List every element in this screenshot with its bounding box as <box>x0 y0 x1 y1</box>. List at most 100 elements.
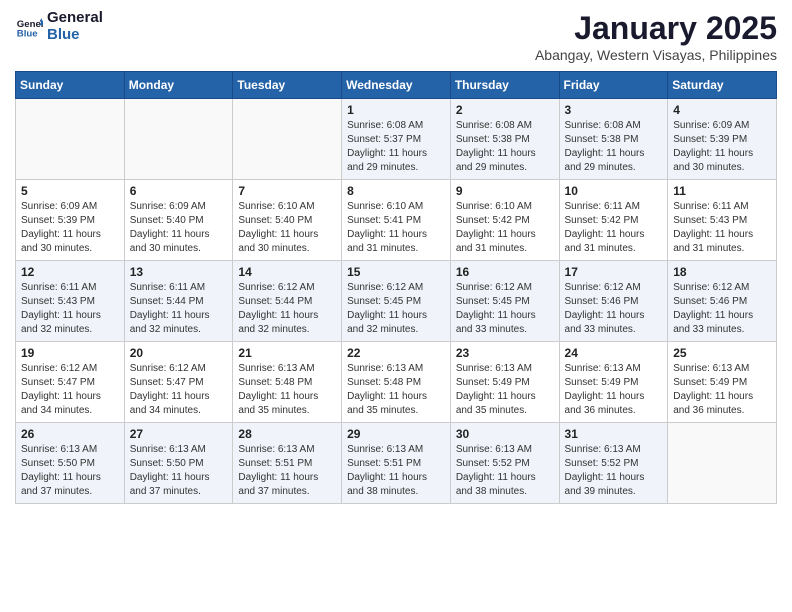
day-cell: 1 Sunrise: 6:08 AM Sunset: 5:37 PM Daylig… <box>342 99 451 180</box>
day-info: Sunrise: 6:12 AM Sunset: 5:46 PM Dayligh… <box>565 281 663 337</box>
day-info: Sunrise: 6:13 AM Sunset: 5:49 PM Dayligh… <box>456 362 554 418</box>
logo: General Blue GeneralBlue <box>15 10 103 43</box>
day-info: Sunrise: 6:13 AM Sunset: 5:48 PM Dayligh… <box>347 362 445 418</box>
day-number: 25 <box>673 346 771 360</box>
day-number: 27 <box>130 427 228 441</box>
day-info: Sunrise: 6:13 AM Sunset: 5:50 PM Dayligh… <box>21 443 119 499</box>
day-info: Sunrise: 6:11 AM Sunset: 5:43 PM Dayligh… <box>673 200 771 256</box>
week-row-2: 5 Sunrise: 6:09 AM Sunset: 5:39 PM Daylig… <box>16 180 777 261</box>
svg-text:Blue: Blue <box>17 28 38 39</box>
day-info: Sunrise: 6:12 AM Sunset: 5:44 PM Dayligh… <box>238 281 336 337</box>
week-row-4: 19 Sunrise: 6:12 AM Sunset: 5:47 PM Dayli… <box>16 342 777 423</box>
day-number: 3 <box>565 103 663 117</box>
day-cell: 13 Sunrise: 6:11 AM Sunset: 5:44 PM Dayli… <box>124 261 233 342</box>
day-info: Sunrise: 6:13 AM Sunset: 5:49 PM Dayligh… <box>565 362 663 418</box>
day-number: 14 <box>238 265 336 279</box>
day-info: Sunrise: 6:12 AM Sunset: 5:45 PM Dayligh… <box>347 281 445 337</box>
day-cell: 25 Sunrise: 6:13 AM Sunset: 5:49 PM Dayli… <box>668 342 777 423</box>
day-number: 29 <box>347 427 445 441</box>
day-info: Sunrise: 6:11 AM Sunset: 5:43 PM Dayligh… <box>21 281 119 337</box>
title-block: January 2025 Abangay, Western Visayas, P… <box>535 10 777 63</box>
day-info: Sunrise: 6:13 AM Sunset: 5:51 PM Dayligh… <box>238 443 336 499</box>
weekday-tuesday: Tuesday <box>233 72 342 99</box>
day-info: Sunrise: 6:13 AM Sunset: 5:52 PM Dayligh… <box>456 443 554 499</box>
day-cell: 4 Sunrise: 6:09 AM Sunset: 5:39 PM Daylig… <box>668 99 777 180</box>
day-info: Sunrise: 6:08 AM Sunset: 5:37 PM Dayligh… <box>347 119 445 175</box>
day-info: Sunrise: 6:12 AM Sunset: 5:45 PM Dayligh… <box>456 281 554 337</box>
day-info: Sunrise: 6:13 AM Sunset: 5:48 PM Dayligh… <box>238 362 336 418</box>
month-title: January 2025 <box>535 10 777 47</box>
day-info: Sunrise: 6:08 AM Sunset: 5:38 PM Dayligh… <box>456 119 554 175</box>
day-number: 10 <box>565 184 663 198</box>
day-info: Sunrise: 6:10 AM Sunset: 5:40 PM Dayligh… <box>238 200 336 256</box>
day-cell: 9 Sunrise: 6:10 AM Sunset: 5:42 PM Daylig… <box>450 180 559 261</box>
day-number: 19 <box>21 346 119 360</box>
day-number: 11 <box>673 184 771 198</box>
calendar-body: 1 Sunrise: 6:08 AM Sunset: 5:37 PM Daylig… <box>16 99 777 504</box>
day-cell: 11 Sunrise: 6:11 AM Sunset: 5:43 PM Dayli… <box>668 180 777 261</box>
day-number: 16 <box>456 265 554 279</box>
day-info: Sunrise: 6:13 AM Sunset: 5:51 PM Dayligh… <box>347 443 445 499</box>
weekday-header-row: SundayMondayTuesdayWednesdayThursdayFrid… <box>16 72 777 99</box>
day-cell: 7 Sunrise: 6:10 AM Sunset: 5:40 PM Daylig… <box>233 180 342 261</box>
day-cell: 10Sunrise: 6:11 AM Sunset: 5:42 PM Dayli… <box>559 180 668 261</box>
calendar-table: SundayMondayTuesdayWednesdayThursdayFrid… <box>15 71 777 504</box>
day-info: Sunrise: 6:11 AM Sunset: 5:44 PM Dayligh… <box>130 281 228 337</box>
day-info: Sunrise: 6:12 AM Sunset: 5:47 PM Dayligh… <box>21 362 119 418</box>
day-info: Sunrise: 6:09 AM Sunset: 5:39 PM Dayligh… <box>21 200 119 256</box>
day-number: 5 <box>21 184 119 198</box>
day-cell: 24 Sunrise: 6:13 AM Sunset: 5:49 PM Dayli… <box>559 342 668 423</box>
day-number: 21 <box>238 346 336 360</box>
day-number: 9 <box>456 184 554 198</box>
day-number: 23 <box>456 346 554 360</box>
day-info: Sunrise: 6:12 AM Sunset: 5:46 PM Dayligh… <box>673 281 771 337</box>
day-info: Sunrise: 6:13 AM Sunset: 5:49 PM Dayligh… <box>673 362 771 418</box>
day-number: 22 <box>347 346 445 360</box>
week-row-5: 26 Sunrise: 6:13 AM Sunset: 5:50 PM Dayli… <box>16 423 777 504</box>
day-cell <box>124 99 233 180</box>
day-cell: 2Sunrise: 6:08 AM Sunset: 5:38 PM Daylig… <box>450 99 559 180</box>
day-info: Sunrise: 6:09 AM Sunset: 5:40 PM Dayligh… <box>130 200 228 256</box>
day-number: 15 <box>347 265 445 279</box>
day-info: Sunrise: 6:13 AM Sunset: 5:50 PM Dayligh… <box>130 443 228 499</box>
day-number: 8 <box>347 184 445 198</box>
day-number: 7 <box>238 184 336 198</box>
day-cell: 27 Sunrise: 6:13 AM Sunset: 5:50 PM Dayli… <box>124 423 233 504</box>
day-cell: 16 Sunrise: 6:12 AM Sunset: 5:45 PM Dayli… <box>450 261 559 342</box>
day-number: 12 <box>21 265 119 279</box>
day-cell: 18 Sunrise: 6:12 AM Sunset: 5:46 PM Dayli… <box>668 261 777 342</box>
day-number: 18 <box>673 265 771 279</box>
day-info: Sunrise: 6:12 AM Sunset: 5:47 PM Dayligh… <box>130 362 228 418</box>
day-number: 26 <box>21 427 119 441</box>
day-number: 4 <box>673 103 771 117</box>
week-row-3: 12 Sunrise: 6:11 AM Sunset: 5:43 PM Dayli… <box>16 261 777 342</box>
day-info: Sunrise: 6:09 AM Sunset: 5:39 PM Dayligh… <box>673 119 771 175</box>
weekday-saturday: Saturday <box>668 72 777 99</box>
weekday-wednesday: Wednesday <box>342 72 451 99</box>
day-cell: 5 Sunrise: 6:09 AM Sunset: 5:39 PM Daylig… <box>16 180 125 261</box>
day-number: 24 <box>565 346 663 360</box>
logo-icon: General Blue <box>15 13 43 41</box>
day-cell: 26 Sunrise: 6:13 AM Sunset: 5:50 PM Dayli… <box>16 423 125 504</box>
logo-text: GeneralBlue <box>47 10 103 43</box>
day-number: 1 <box>347 103 445 117</box>
day-cell <box>668 423 777 504</box>
day-cell: 31Sunrise: 6:13 AM Sunset: 5:52 PM Dayli… <box>559 423 668 504</box>
weekday-thursday: Thursday <box>450 72 559 99</box>
day-cell: 22 Sunrise: 6:13 AM Sunset: 5:48 PM Dayli… <box>342 342 451 423</box>
day-info: Sunrise: 6:10 AM Sunset: 5:42 PM Dayligh… <box>456 200 554 256</box>
day-cell: 14 Sunrise: 6:12 AM Sunset: 5:44 PM Dayli… <box>233 261 342 342</box>
day-number: 31 <box>565 427 663 441</box>
day-cell: 15 Sunrise: 6:12 AM Sunset: 5:45 PM Dayli… <box>342 261 451 342</box>
day-cell <box>16 99 125 180</box>
day-number: 13 <box>130 265 228 279</box>
day-number: 6 <box>130 184 228 198</box>
week-row-1: 1 Sunrise: 6:08 AM Sunset: 5:37 PM Daylig… <box>16 99 777 180</box>
day-cell: 12 Sunrise: 6:11 AM Sunset: 5:43 PM Dayli… <box>16 261 125 342</box>
weekday-sunday: Sunday <box>16 72 125 99</box>
day-cell: 3Sunrise: 6:08 AM Sunset: 5:38 PM Daylig… <box>559 99 668 180</box>
day-cell: 6 Sunrise: 6:09 AM Sunset: 5:40 PM Daylig… <box>124 180 233 261</box>
day-info: Sunrise: 6:10 AM Sunset: 5:41 PM Dayligh… <box>347 200 445 256</box>
day-cell: 21 Sunrise: 6:13 AM Sunset: 5:48 PM Dayli… <box>233 342 342 423</box>
weekday-friday: Friday <box>559 72 668 99</box>
